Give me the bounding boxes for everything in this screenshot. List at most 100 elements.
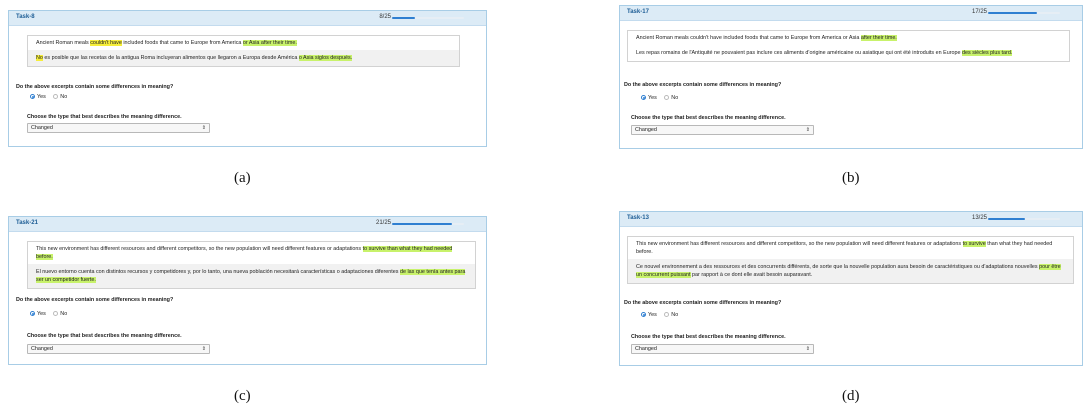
- no-option[interactable]: No: [664, 95, 678, 101]
- source-excerpt: This new environment has different resou…: [628, 237, 1073, 259]
- task-panel-c: Task-21 21/25 This new environment has d…: [8, 216, 487, 365]
- yes-label: Yes: [37, 94, 46, 100]
- no-label: No: [671, 95, 679, 101]
- excerpt-text: This new environment has different resou…: [36, 246, 363, 252]
- progress-count: 13/25: [971, 215, 987, 221]
- excerpt-text: Ce nouvel environnement a des ressources…: [636, 264, 1040, 270]
- question-text: Do the above excerpts contain some diffe…: [16, 84, 174, 90]
- source-excerpt: This new environment has different resou…: [28, 242, 475, 264]
- source-excerpt: Ancient Roman meals couldn't have includ…: [628, 31, 1069, 45]
- radio-button-icon[interactable]: [30, 94, 35, 99]
- task-title: Task-21: [16, 220, 38, 226]
- select-arrows-icon: ⇕: [805, 346, 810, 352]
- translation-excerpt: Ce nouvel environnement a des ressources…: [628, 259, 1073, 283]
- progress-count: 21/25: [375, 220, 391, 226]
- no-option[interactable]: No: [53, 94, 67, 100]
- progress-fill: [392, 17, 416, 19]
- no-option[interactable]: No: [53, 311, 67, 317]
- no-label: No: [60, 94, 68, 100]
- no-label: No: [671, 312, 679, 318]
- progress-bar: [392, 17, 464, 19]
- radio-button-icon[interactable]: [664, 312, 670, 317]
- task-panel-d: Task-13 13/25 This new environment has d…: [619, 211, 1083, 366]
- excerpt-text: es posible que las recetas de la antigua…: [42, 55, 299, 61]
- radio-button-icon[interactable]: [641, 312, 646, 317]
- answer-options: Yes No: [30, 311, 73, 317]
- source-excerpt: Ancient Roman meals couldn't have includ…: [28, 36, 459, 50]
- select-arrows-icon: ⇕: [201, 125, 206, 131]
- translation-excerpt: No es posible que las recetas de la anti…: [28, 50, 459, 66]
- highlighted-span: o Asia siglos después.: [298, 55, 353, 61]
- yes-label: Yes: [648, 95, 657, 101]
- progress-count: 17/25: [971, 9, 987, 15]
- yes-label: Yes: [648, 312, 657, 318]
- select-value: Changed: [31, 125, 53, 131]
- difference-type-select[interactable]: Changed ⇕: [631, 344, 814, 354]
- difference-type-select[interactable]: Changed ⇕: [27, 123, 210, 133]
- select-value: Changed: [31, 346, 53, 352]
- excerpt-text: Les repas romains de l'Antiquité ne pouv…: [636, 50, 962, 56]
- excerpt-box: This new environment has different resou…: [627, 236, 1074, 284]
- excerpt-text: Ancient Roman meals couldn't have includ…: [636, 35, 861, 41]
- question-text: Do the above excerpts contain some diffe…: [624, 300, 782, 306]
- progress-bar: [988, 12, 1060, 14]
- radio-button-icon[interactable]: [53, 311, 59, 316]
- panel-header: Task-21 21/25: [9, 217, 486, 232]
- yes-option[interactable]: Yes: [30, 311, 46, 317]
- excerpt-text: This new environment has different resou…: [636, 241, 963, 247]
- caption-c: (c): [234, 388, 251, 404]
- select-arrows-icon: ⇕: [201, 346, 206, 352]
- excerpt-text: Ancient Roman meals: [36, 40, 91, 46]
- yes-option[interactable]: Yes: [30, 94, 46, 100]
- radio-button-icon[interactable]: [53, 94, 59, 99]
- select-value: Changed: [635, 127, 657, 133]
- highlighted-span: No: [36, 55, 43, 61]
- task-title: Task-13: [627, 215, 649, 221]
- excerpt-text: El nuevo entorno cuenta con distintos re…: [36, 269, 400, 275]
- yes-option[interactable]: Yes: [641, 312, 657, 318]
- no-option[interactable]: No: [664, 312, 678, 318]
- translation-excerpt: Les repas romains de l'Antiquité ne pouv…: [628, 45, 1069, 61]
- difference-type-select[interactable]: Changed ⇕: [27, 344, 210, 354]
- radio-button-icon[interactable]: [641, 95, 646, 100]
- choose-type-label: Choose the type that best describes the …: [631, 115, 786, 121]
- highlighted-span: or Asia after their time.: [242, 40, 297, 46]
- excerpt-box: Ancient Roman meals couldn't have includ…: [27, 35, 460, 67]
- radio-button-icon[interactable]: [664, 95, 670, 100]
- panel-header: Task-13 13/25: [620, 212, 1082, 227]
- highlighted-span: des siècles plus tard.: [962, 50, 1013, 56]
- answer-options: Yes No: [641, 95, 684, 101]
- no-label: No: [60, 311, 68, 317]
- excerpt-text: included foods that came to Europe from …: [121, 40, 243, 46]
- progress-fill: [392, 223, 453, 225]
- caption-d: (d): [842, 388, 860, 404]
- task-panel-b: Task-17 17/25 Ancient Roman meals couldn…: [619, 5, 1083, 149]
- highlighted-span: to survive: [962, 241, 986, 247]
- progress-bar: [392, 223, 464, 225]
- progress-fill: [988, 218, 1026, 220]
- caption-a: (a): [234, 170, 251, 186]
- task-title: Task-8: [16, 14, 35, 20]
- answer-options: Yes No: [641, 312, 684, 318]
- excerpt-text: par rapport à ce dont elle avait besoin …: [690, 272, 813, 278]
- translation-excerpt: El nuevo entorno cuenta con distintos re…: [28, 264, 475, 288]
- yes-option[interactable]: Yes: [641, 95, 657, 101]
- yes-label: Yes: [37, 311, 46, 317]
- progress-count: 8/25: [379, 14, 391, 20]
- question-text: Do the above excerpts contain some diffe…: [16, 297, 174, 303]
- difference-type-select[interactable]: Changed ⇕: [631, 125, 814, 135]
- panel-header: Task-17 17/25: [620, 6, 1082, 21]
- excerpt-box: Ancient Roman meals couldn't have includ…: [627, 30, 1070, 62]
- task-title: Task-17: [627, 9, 649, 15]
- radio-button-icon[interactable]: [30, 311, 35, 316]
- answer-options: Yes No: [30, 94, 73, 100]
- highlighted-span: couldn't have: [90, 40, 122, 46]
- panel-header: Task-8 8/25: [9, 11, 486, 26]
- select-arrows-icon: ⇕: [805, 127, 810, 133]
- caption-b: (b): [842, 170, 860, 186]
- progress-fill: [988, 12, 1037, 14]
- excerpt-box: This new environment has different resou…: [27, 241, 476, 289]
- choose-type-label: Choose the type that best describes the …: [27, 333, 182, 339]
- select-value: Changed: [635, 346, 657, 352]
- progress-bar: [988, 218, 1060, 220]
